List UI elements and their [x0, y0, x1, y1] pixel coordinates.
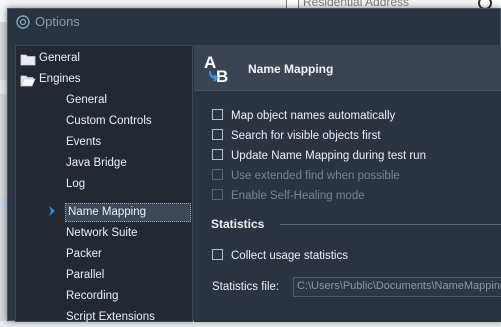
options-dialog: Options General Engines General Custom C…	[7, 8, 501, 323]
tree-item-java-bridge[interactable]: Java Bridge	[66, 154, 127, 173]
tree-item-engines-general[interactable]: General	[66, 91, 107, 110]
panel-title: Name Mapping	[248, 62, 334, 76]
checkbox[interactable]	[212, 109, 223, 121]
title-bar[interactable]: Options	[8, 9, 500, 36]
checkbox[interactable]	[212, 249, 223, 261]
checkbox[interactable]	[212, 129, 223, 141]
svg-text:A: A	[204, 53, 216, 72]
option-label: Map object names automatically	[231, 110, 396, 122]
checkbox[interactable]	[212, 149, 223, 161]
panel-header: A B Name Mapping	[194, 45, 501, 91]
dialog-title: Options	[35, 14, 80, 29]
option-update-during-test-run[interactable]: Update Name Mapping during test run	[212, 148, 426, 166]
option-label: Enable Self-Healing mode	[231, 190, 365, 202]
tree-item-parallel[interactable]: Parallel	[66, 266, 104, 285]
tree-item-general[interactable]: General	[39, 49, 80, 68]
tree-item-name-mapping[interactable]: Name Mapping	[65, 203, 191, 222]
option-collect-usage-statistics[interactable]: Collect usage statistics	[212, 248, 348, 266]
options-tree[interactable]: General Engines General Custom Controls …	[15, 45, 193, 323]
svg-text:B: B	[216, 67, 228, 85]
option-map-names-automatically[interactable]: Map object names automatically	[212, 108, 395, 126]
statistics-file-input[interactable]: C:\Users\Public\Documents\NameMappingUsa…	[293, 277, 501, 297]
section-divider	[280, 224, 501, 225]
tree-item-packer[interactable]: Packer	[66, 245, 102, 264]
checkbox	[212, 189, 223, 201]
checkbox	[212, 169, 223, 181]
option-label: Collect usage statistics	[231, 250, 348, 262]
option-label: Use extended find when possible	[231, 170, 400, 182]
tree-item-network-suite[interactable]: Network Suite	[66, 224, 138, 243]
selection-arrow-icon	[49, 206, 55, 216]
statistics-section-title: Statistics	[211, 217, 265, 231]
settings-panel: A B Name Mapping Map object names automa…	[194, 45, 501, 322]
tree-item-log[interactable]: Log	[66, 175, 85, 194]
tree-item-script-extensions[interactable]: Script Extensions	[66, 308, 155, 327]
name-mapping-icon: A B	[204, 53, 228, 85]
option-label: Update Name Mapping during test run	[231, 150, 426, 162]
statistics-file-label: Statistics file:	[212, 281, 280, 293]
folder-closed-icon	[20, 54, 36, 66]
app-icon	[16, 15, 30, 29]
tree-item-engines[interactable]: Engines	[39, 70, 81, 89]
folder-open-icon	[20, 75, 36, 87]
tree-item-custom-controls[interactable]: Custom Controls	[66, 112, 152, 131]
tree-item-events[interactable]: Events	[66, 133, 101, 152]
option-search-visible-first[interactable]: Search for visible objects first	[212, 128, 381, 146]
option-label: Search for visible objects first	[231, 130, 381, 142]
option-use-extended-find: Use extended find when possible	[212, 168, 400, 186]
tree-item-recording[interactable]: Recording	[66, 287, 118, 306]
option-enable-self-healing: Enable Self-Healing mode	[212, 188, 365, 206]
